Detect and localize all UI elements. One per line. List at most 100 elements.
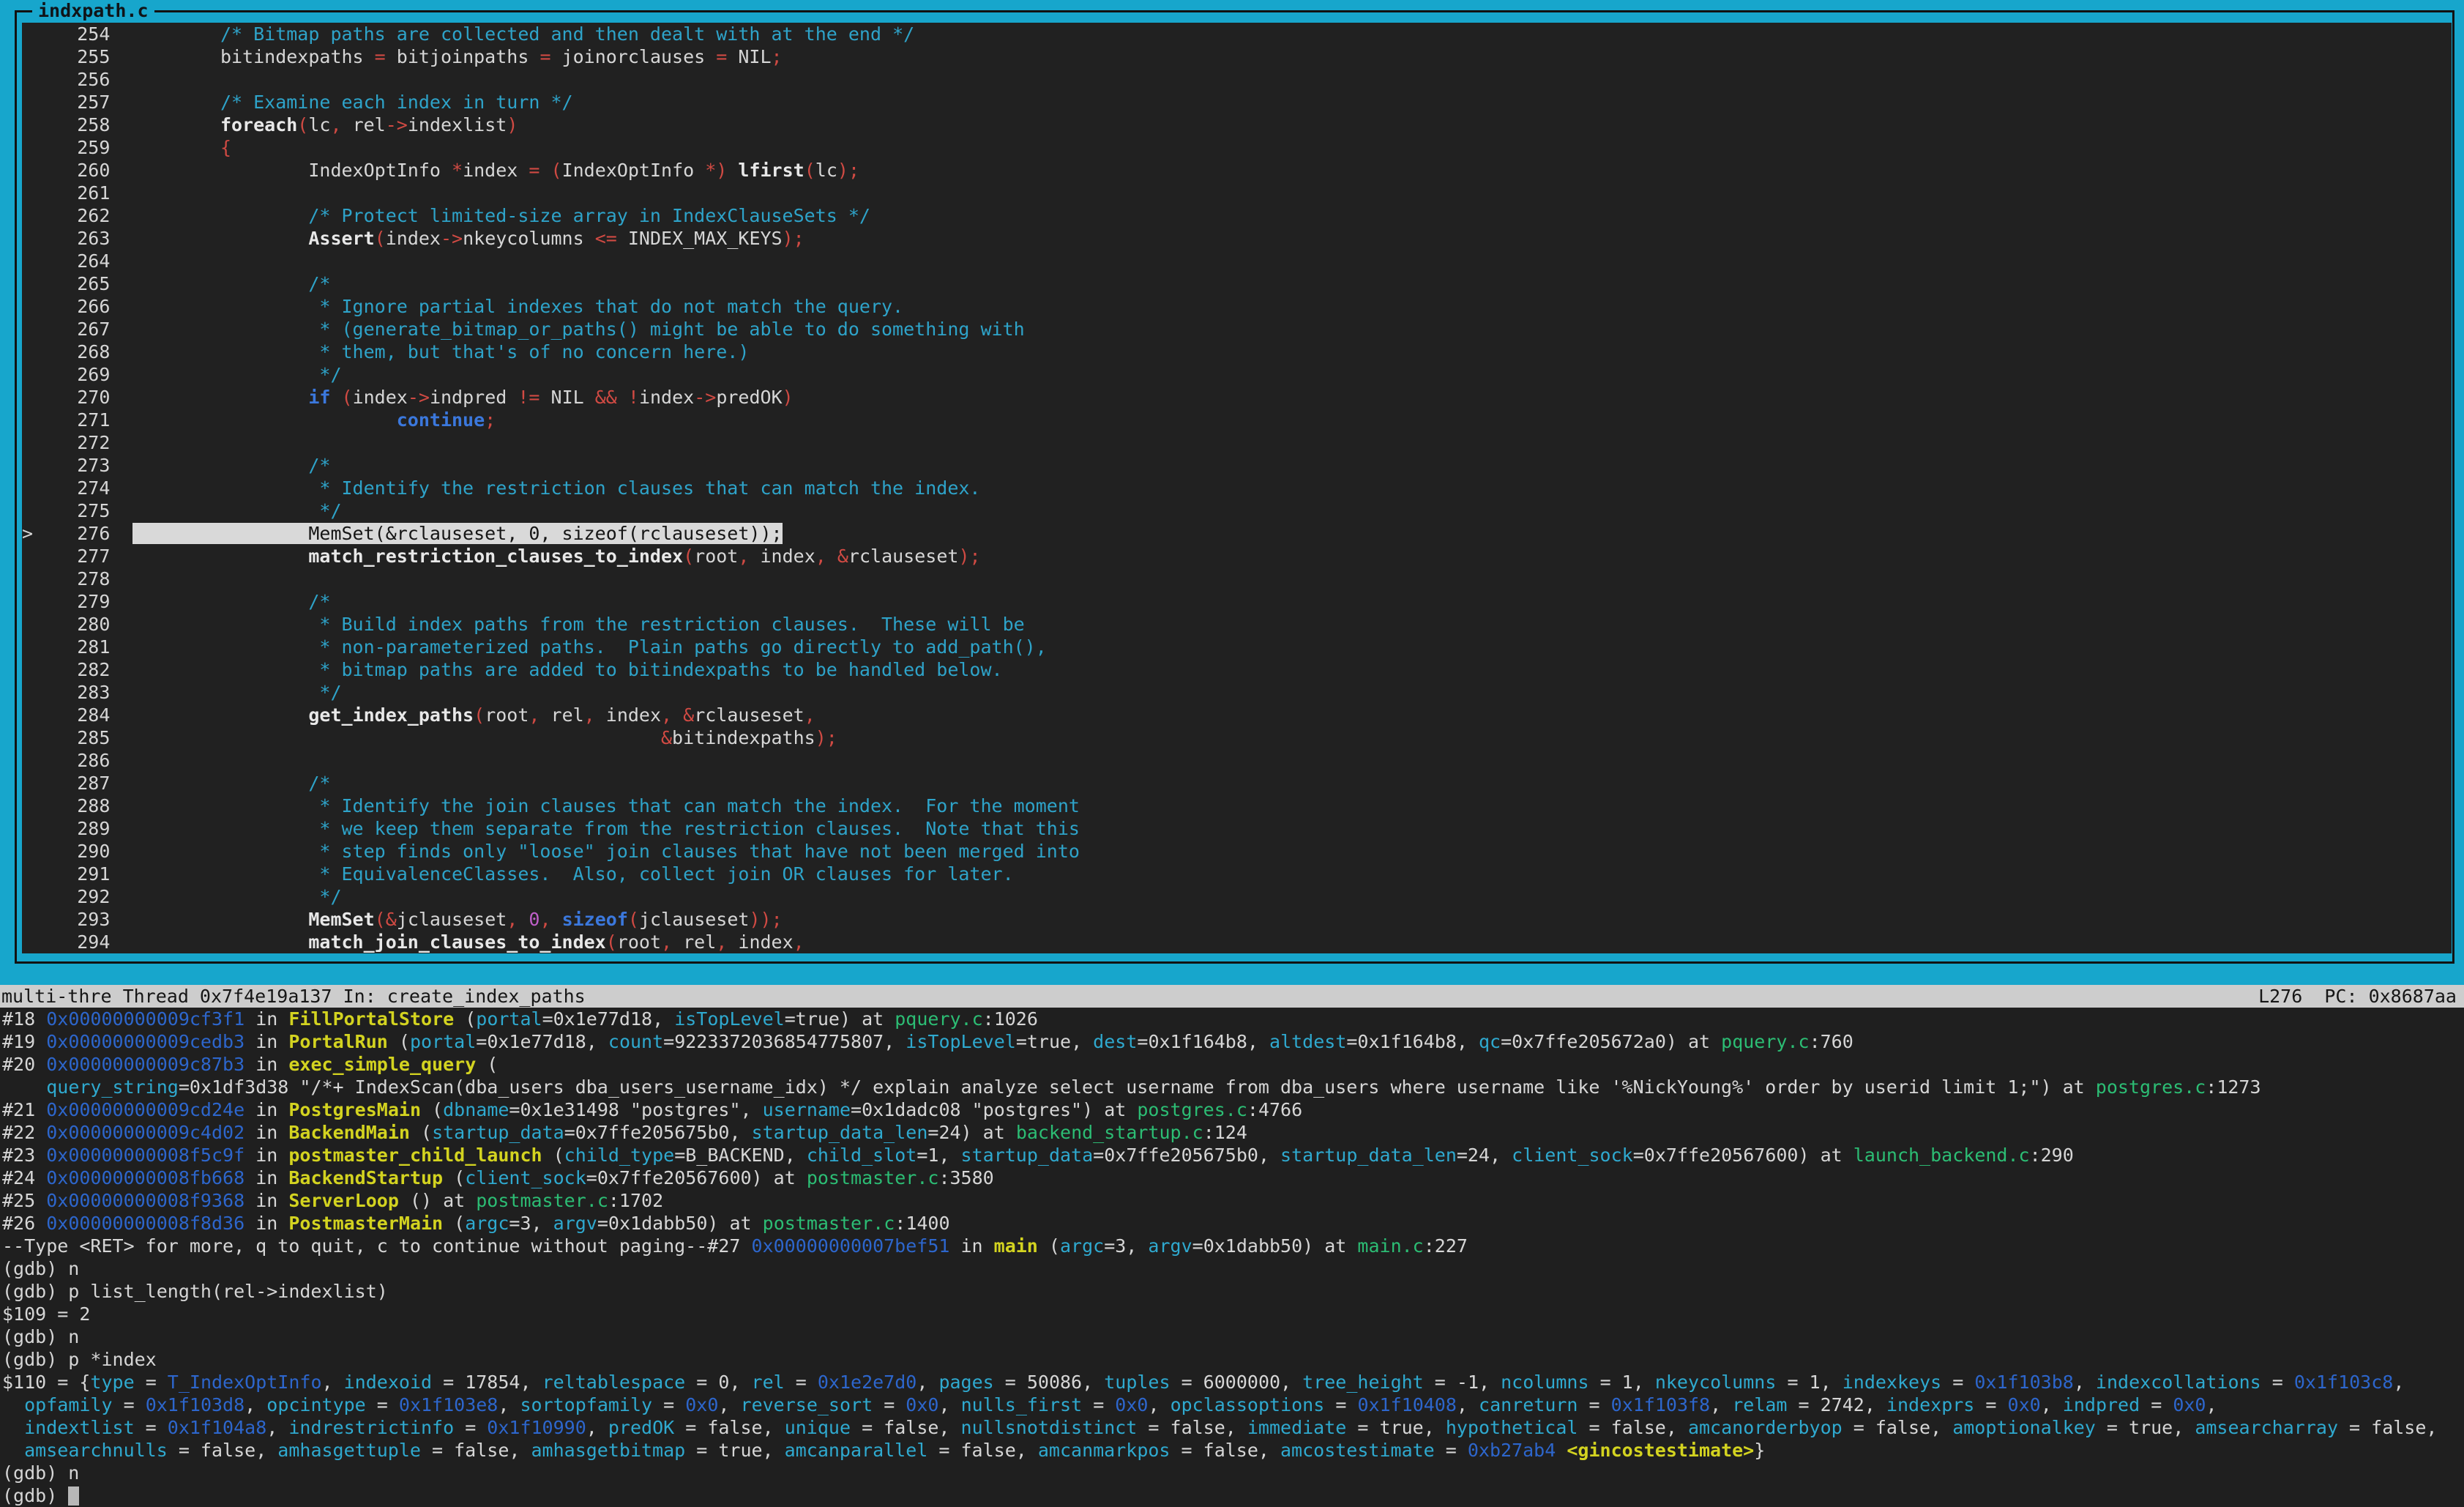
code-token: immediate	[1247, 1417, 1346, 1438]
text-cursor[interactable]	[68, 1486, 79, 1506]
code-token: ;	[970, 546, 981, 567]
code-token	[132, 477, 320, 499]
code-token	[132, 160, 309, 181]
gdb-output-line: $110 = {type = T_IndexOptInfo, indexoid …	[2, 1371, 2464, 1393]
code-token: amhasgettuple	[277, 1440, 421, 1461]
code-token: IndexOptInfo	[562, 160, 706, 181]
code-token: 0x00000000009cf3f1	[46, 1008, 244, 1030]
code-token: startup_data	[432, 1122, 564, 1143]
code-token: (	[474, 704, 485, 726]
code-token: &	[386, 909, 397, 930]
code-token: /*	[308, 773, 330, 794]
code-token: root	[485, 704, 529, 726]
code-token: )	[716, 160, 738, 181]
code-token: /*	[308, 591, 330, 612]
code-token: pquery.c	[895, 1008, 982, 1030]
line-number: 257	[22, 92, 132, 113]
code-token: bitjoinpaths	[397, 46, 540, 67]
code-token: postgres.c	[2096, 1076, 2206, 1098]
code-token: =0x1df3d38 "/*+ IndexScan(dba_users dba_…	[179, 1076, 2096, 1098]
current-line-highlight: MemSet(&rclauseset, 0, sizeof(rclauseset…	[132, 523, 783, 544]
code-token: =	[135, 1417, 168, 1438]
code-token: 0x1f103e8	[399, 1394, 498, 1415]
code-token: =24) at	[927, 1122, 1015, 1143]
code-token: /* Examine each index in turn */	[220, 92, 573, 113]
code-token: PostgresMain	[288, 1099, 421, 1120]
code-token: =0x1e77d18,	[476, 1031, 608, 1052]
code-token: 0x1f104a8	[168, 1417, 266, 1438]
code-token: =0x7ffe205675b0,	[564, 1122, 752, 1143]
code-token	[132, 931, 309, 953]
code-token: 0	[529, 909, 540, 930]
code-token: )	[783, 228, 794, 249]
code-token: rclauseset	[848, 546, 959, 567]
gdb-prompt-line[interactable]: (gdb)	[2, 1484, 2464, 1507]
code-token: NIL	[551, 387, 595, 408]
code-token: match_join_clauses_to_index	[308, 931, 605, 953]
line-number: 294	[22, 931, 132, 953]
code-token: (	[683, 546, 694, 567]
code-token: /* Bitmap paths are collected and then d…	[220, 23, 914, 45]
source-line: 269 */	[22, 363, 2452, 386]
code-token: index	[738, 931, 793, 953]
code-token: (	[421, 1099, 443, 1120]
line-number: 278	[22, 568, 132, 589]
line-number: 293	[22, 909, 132, 930]
code-token: jclauseset	[397, 909, 507, 930]
code-token: * bitmap paths are added to bitindexpath…	[319, 659, 1002, 680]
code-token	[132, 863, 320, 885]
gdb-output-line: #20 0x00000000009c87b3 in exec_simple_qu…	[2, 1053, 2464, 1076]
code-token: postmaster_child_launch	[288, 1145, 542, 1166]
code-token: child_slot	[807, 1145, 917, 1166]
code-token: username	[763, 1099, 851, 1120]
code-token	[132, 704, 309, 726]
code-token: =	[2261, 1372, 2294, 1393]
code-token: match_restriction_clauses_to_index	[308, 546, 683, 567]
line-number: 284	[22, 704, 132, 726]
code-token: get_index_paths	[308, 704, 474, 726]
source-line: 289 * we keep them separate from the res…	[22, 817, 2452, 840]
code-token: in	[244, 1054, 288, 1075]
source-line: 267 * (generate_bitmap_or_paths() might …	[22, 318, 2452, 341]
code-token: (	[388, 1031, 410, 1052]
source-line: 261	[22, 182, 2452, 204]
line-number: 272	[22, 432, 132, 453]
code-token: (	[410, 1122, 432, 1143]
code-token: hypothetical	[1446, 1417, 1578, 1438]
code-token: (	[542, 1145, 564, 1166]
code-token	[132, 296, 320, 317]
source-line: 290 * step finds only "loose" join claus…	[22, 840, 2452, 863]
code-token: lc	[308, 114, 330, 135]
source-line: 266 * Ignore partial indexes that do not…	[22, 295, 2452, 318]
code-token: lc	[815, 160, 837, 181]
code-token: ;	[794, 228, 804, 249]
gdb-output-line: --Type <RET> for more, q to quit, c to c…	[2, 1235, 2464, 1257]
code-token: bitindexpaths	[220, 46, 375, 67]
line-number: 287	[22, 773, 132, 794]
code-token: (	[551, 160, 562, 181]
code-token	[132, 387, 309, 408]
code-token: ,	[794, 931, 804, 953]
code-token: (	[1038, 1235, 1060, 1257]
status-line-pc-info: L276 PC: 0x8687aa	[2258, 985, 2457, 1008]
code-token: in	[244, 1190, 288, 1211]
code-token	[2, 1394, 24, 1415]
code-token: exec_simple_query	[288, 1054, 476, 1075]
gdb-output-line: indextlist = 0x1f104a8, indrestrictinfo …	[2, 1416, 2464, 1439]
source-line: 270 if (index->indpred != NIL && !index-…	[22, 386, 2452, 409]
source-line: 273 /*	[22, 454, 2452, 477]
code-token: =0x1f164b8,	[1346, 1031, 1479, 1052]
code-token: ->	[694, 387, 716, 408]
source-line: 272	[22, 431, 2452, 454]
code-token: * non-parameterized paths. Plain paths g…	[319, 636, 1046, 658]
line-number: 260	[22, 160, 132, 181]
code-token: 0xb27ab4	[1468, 1440, 1556, 1461]
code-token: ,	[529, 704, 550, 726]
code-token: =	[135, 1372, 168, 1393]
code-token: */	[319, 682, 341, 703]
code-token: 0x0	[906, 1394, 938, 1415]
code-token: ;	[772, 909, 783, 930]
code-token: tuples	[1104, 1372, 1170, 1393]
source-line: 257 /* Examine each index in turn */	[22, 91, 2452, 114]
code-token	[132, 137, 220, 158]
